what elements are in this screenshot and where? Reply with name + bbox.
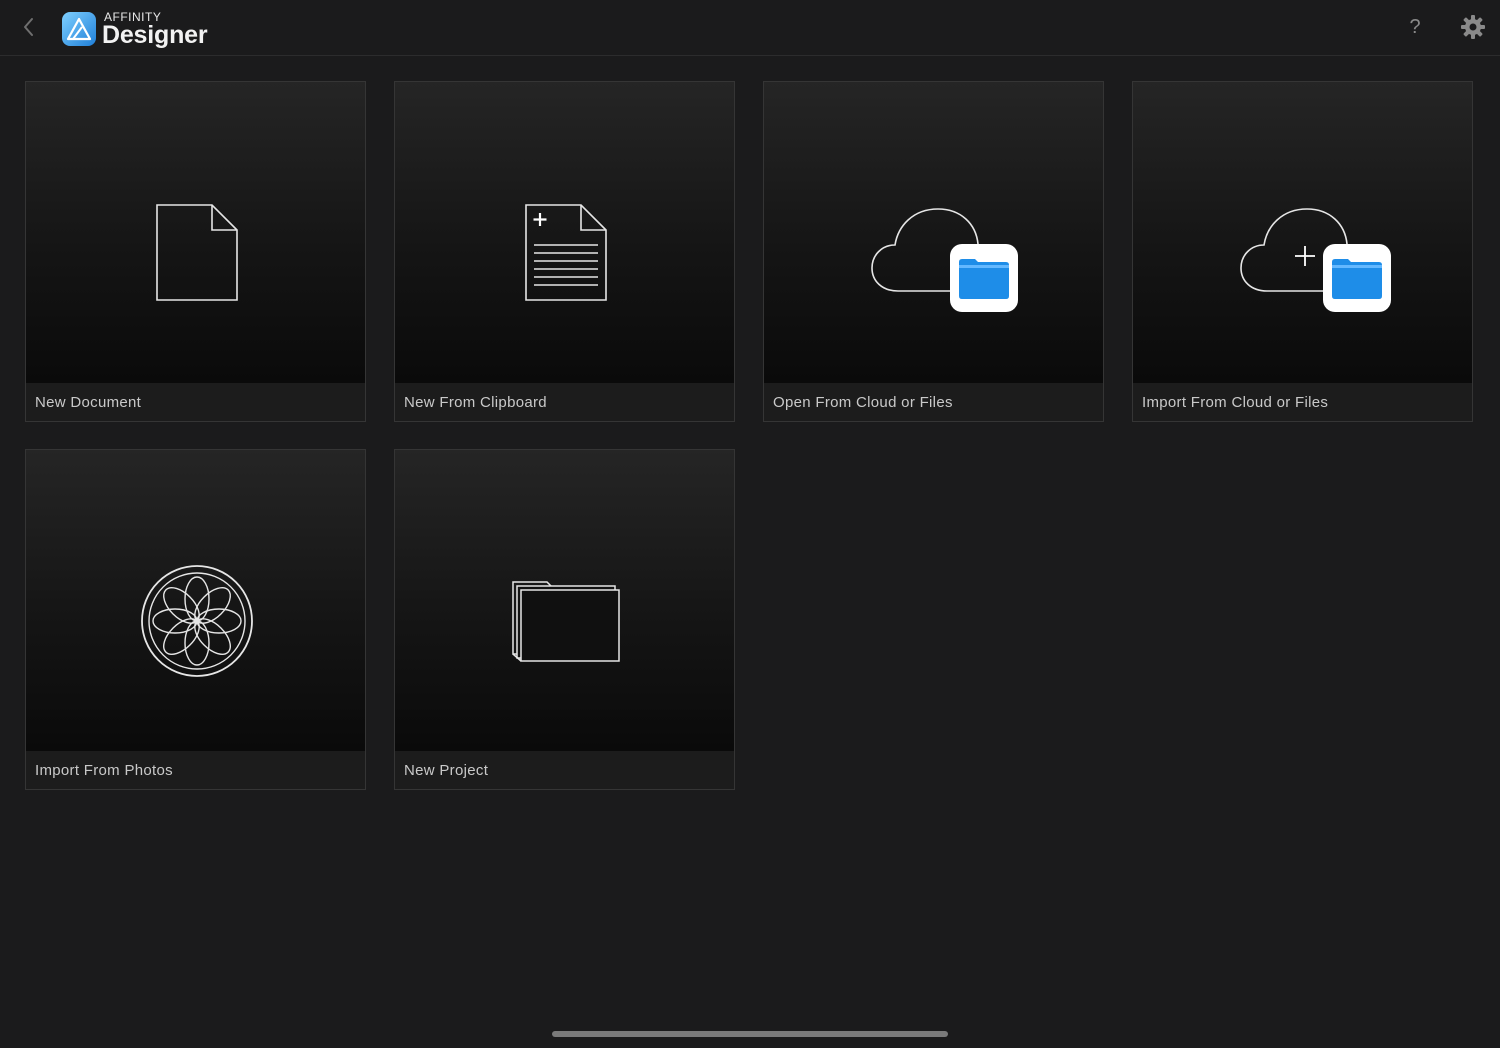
tile-import-from-photos[interactable]: Import From Photos [25,449,366,790]
settings-button[interactable] [1458,12,1488,42]
tile-label: New From Clipboard [404,394,547,411]
tile-label: Import From Photos [35,762,173,779]
back-button[interactable] [14,12,42,42]
tile-label: New Project [404,762,489,779]
tile-artwork [26,450,365,751]
tile-open-from-cloud[interactable]: Open From Cloud or Files [763,81,1104,422]
tile-label: Import From Cloud or Files [1142,394,1329,411]
brand-app-name: Designer [102,21,208,49]
tile-artwork [764,82,1103,383]
tile-artwork [26,82,365,383]
clipboard-document-icon [525,204,607,301]
tile-label: Open From Cloud or Files [773,394,953,411]
tile-artwork [395,82,734,383]
photos-flower-icon [141,565,253,677]
tile-import-from-cloud[interactable]: Import From Cloud or Files [1132,81,1473,422]
tile-artwork [1133,82,1472,383]
gear-icon [1461,15,1485,39]
help-button[interactable]: ? [1402,12,1428,42]
cloud-files-icon [871,208,1018,312]
tile-new-from-clipboard[interactable]: New From Clipboard [394,81,735,422]
tile-new-document[interactable]: New Document [25,81,366,422]
tile-label: New Document [35,394,142,411]
top-bar: AFFINITY Designer ? [0,0,1500,56]
affinity-designer-logo-icon [62,12,96,46]
project-folder-icon [512,581,620,662]
document-icon [156,204,238,301]
cloud-import-files-icon [1240,208,1391,312]
home-indicator[interactable] [552,1031,948,1037]
chevron-left-icon [24,18,33,36]
tile-artwork [395,450,734,751]
tile-new-project[interactable]: New Project [394,449,735,790]
